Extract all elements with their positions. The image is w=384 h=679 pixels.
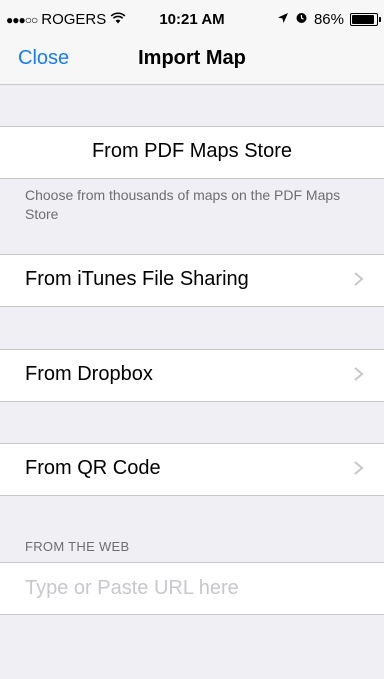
location-arrow-icon [277, 11, 289, 28]
pdf-maps-store-row[interactable]: From PDF Maps Store [0, 126, 384, 179]
pdf-maps-store-label: From PDF Maps Store [91, 140, 293, 162]
dropbox-row[interactable]: From Dropbox [0, 349, 384, 402]
url-input[interactable] [25, 575, 355, 601]
pdf-maps-store-description: Choose from thousands of maps on the PDF… [25, 187, 341, 222]
alarm-icon [295, 11, 308, 28]
page-title: Import Map [138, 47, 246, 69]
chevron-right-icon [354, 367, 364, 381]
chevron-right-icon [354, 272, 364, 286]
chevron-right-icon [354, 461, 364, 475]
status-bar-right: 86% [277, 11, 381, 28]
qr-code-label: From QR Code [25, 457, 161, 479]
battery-percent: 86% [313, 11, 344, 28]
qr-code-row[interactable]: From QR Code [0, 443, 384, 496]
battery-icon [350, 13, 381, 26]
itunes-file-sharing-row[interactable]: From iTunes File Sharing [0, 254, 384, 307]
url-input-row[interactable] [0, 562, 384, 615]
battery-fill [352, 15, 375, 24]
navigation-bar: Close Import Map [0, 40, 384, 85]
from-the-web-header: FROM THE WEB [25, 539, 130, 554]
status-bar: ●●●○○ ROGERS 10:21 AM 86% [0, 0, 384, 40]
dropbox-label: From Dropbox [25, 363, 153, 385]
itunes-file-sharing-label: From iTunes File Sharing [25, 268, 249, 290]
